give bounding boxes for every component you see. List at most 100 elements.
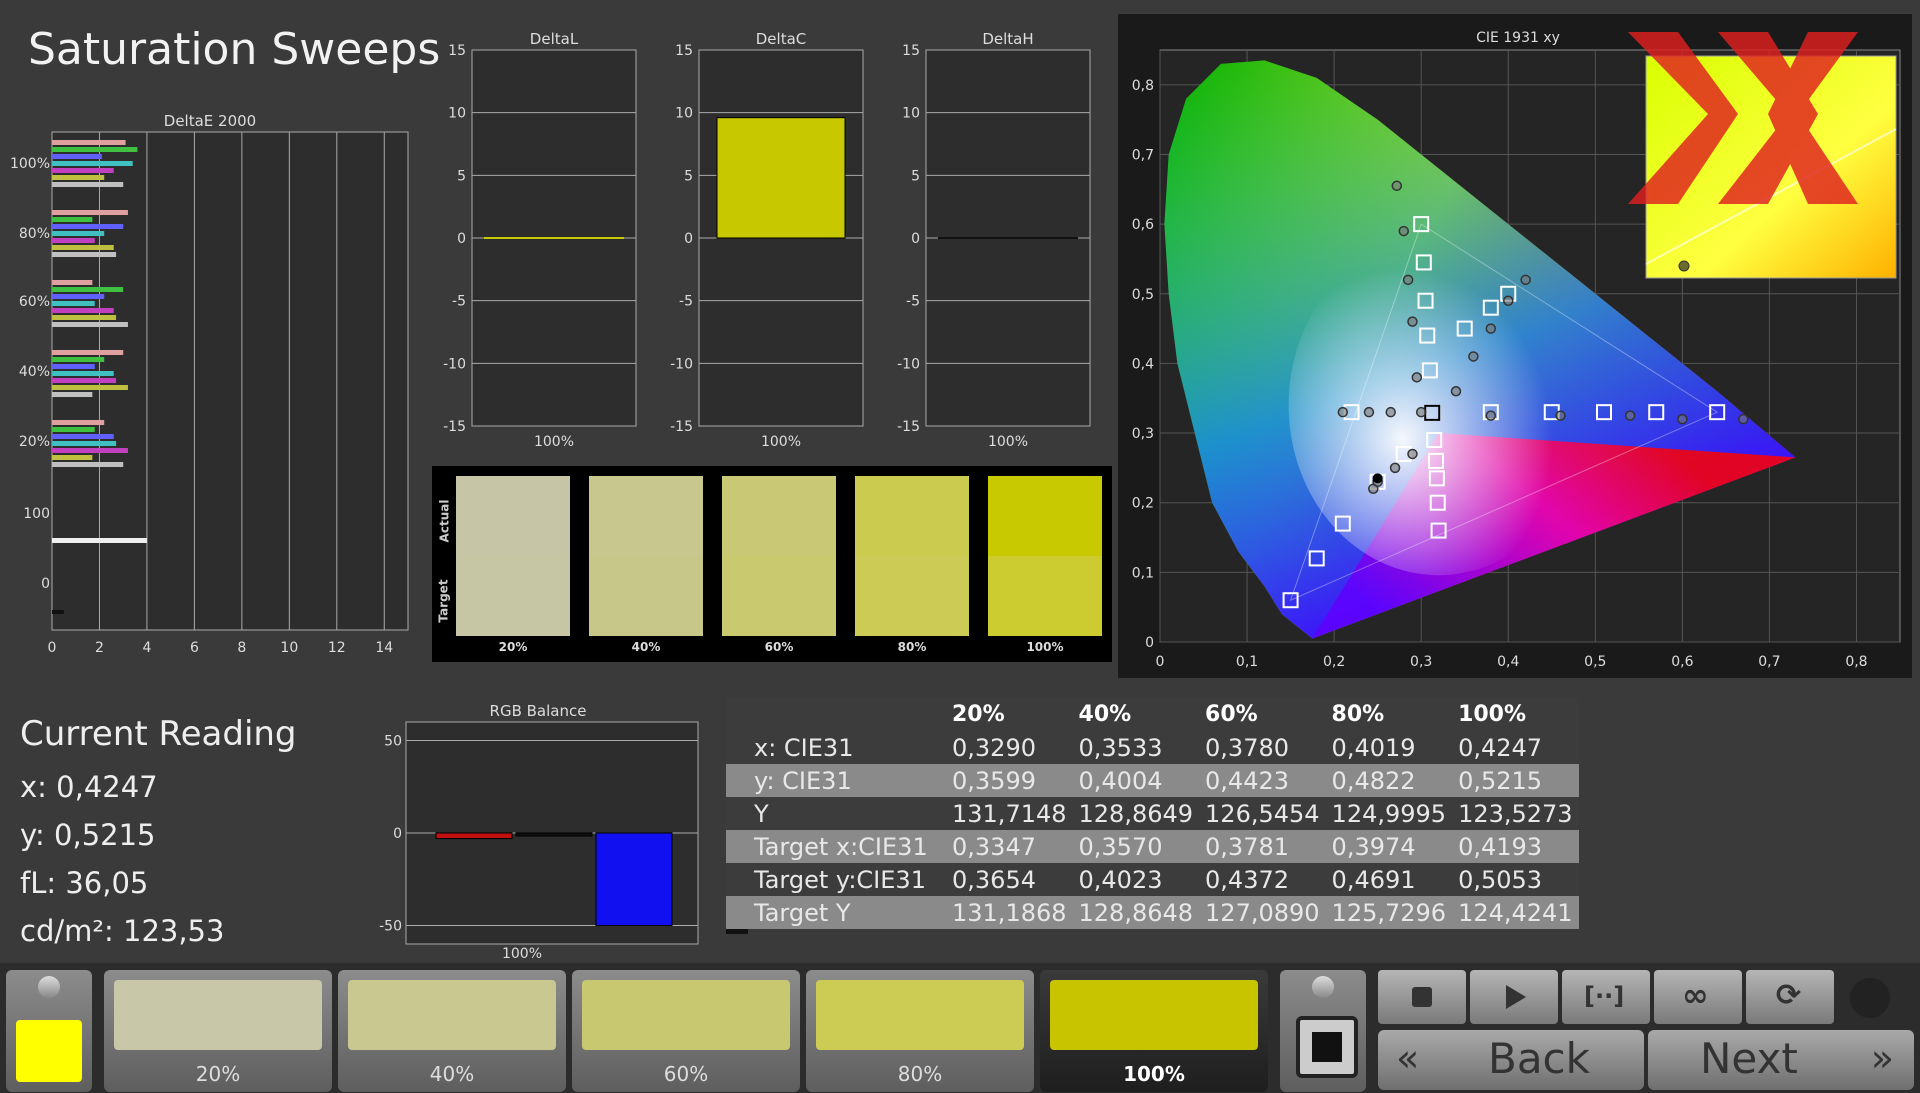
cie-y-tick: 0,6: [1132, 217, 1154, 233]
sweep-tile-label: 80%: [897, 1062, 943, 1086]
swatch-target: [988, 556, 1102, 636]
mini-chart-title: DeltaL: [530, 30, 579, 48]
loop-button[interactable]: ∞: [1654, 970, 1742, 1024]
cie-y-tick: 0,5: [1132, 287, 1154, 303]
stats-header: 80%: [1331, 702, 1385, 727]
deltae-bar: [52, 364, 95, 369]
stats-header: [726, 698, 946, 731]
swatch-label: 20%: [498, 640, 528, 654]
stop-button[interactable]: [1378, 970, 1466, 1024]
sweep-tile-80%[interactable]: 80%: [806, 970, 1034, 1092]
stats-cell: 128,8649: [1078, 799, 1194, 828]
stats-cell: 124,4241: [1458, 898, 1573, 927]
deltae-bar: [52, 448, 128, 453]
cie-y-tick: 0,3: [1132, 426, 1154, 442]
sweep-tile-60%[interactable]: 60%: [572, 970, 800, 1092]
swatch-label: 60%: [764, 640, 794, 654]
cie-measured-point: [1407, 448, 1418, 460]
deltae-bar: [52, 238, 95, 243]
deltae-bar: [52, 378, 117, 383]
cie-measured-point: [1738, 413, 1749, 425]
deltae-x-tick: 4: [142, 640, 151, 656]
sweep-tile-label: 100%: [1123, 1062, 1185, 1086]
deltae-x-tick: 8: [237, 640, 246, 656]
stats-cell: 125,7296: [1331, 898, 1447, 927]
next-button[interactable]: Next »: [1648, 1030, 1914, 1090]
stats-cell: 0,3599: [952, 766, 1036, 795]
play-button[interactable]: [1470, 970, 1558, 1024]
stop-icon: [1412, 987, 1432, 1007]
stats-cell: 0,3781: [1205, 832, 1290, 861]
rgb-red-bar: [435, 832, 513, 840]
deltae-bar: [52, 210, 128, 215]
cie-measured-point: [1485, 410, 1497, 421]
stats-cell: 0,3780: [1205, 733, 1290, 762]
mini-y-tick: 10: [675, 106, 693, 122]
deltae-bar: [52, 217, 93, 222]
deltae-bar: [52, 357, 105, 362]
stats-cell: 0,4247: [1458, 733, 1543, 762]
stats-row-label: Y: [754, 799, 769, 828]
sweep-tile-100%[interactable]: 100%: [1040, 970, 1268, 1092]
stats-cell: 128,8648: [1078, 898, 1194, 927]
stats-cell: 131,1868: [952, 898, 1067, 927]
mini-chart-title: DeltaC: [756, 30, 807, 48]
refresh-button[interactable]: ⟳: [1746, 970, 1834, 1024]
deltae-bar: [52, 371, 114, 376]
deltae-bar: [52, 610, 64, 614]
cie-measured-point: [1520, 274, 1531, 286]
sweep-tile-label: 40%: [429, 1062, 475, 1086]
rgb-y-tick: 50: [384, 734, 402, 750]
deltae-x-tick: 14: [375, 640, 393, 656]
mini-bar: [716, 117, 846, 239]
loop-icon: ∞: [1682, 976, 1709, 1014]
stats-cell: 0,3570: [1078, 832, 1163, 861]
deltae-bar: [52, 294, 105, 299]
swatch-actual: [722, 476, 836, 556]
deltae-y-label: 0: [41, 576, 50, 592]
current-fl: fL: 36,05: [20, 866, 149, 900]
cie-x-tick: 0,8: [1845, 654, 1867, 670]
cie-x-tick: 0,5: [1584, 654, 1606, 670]
mini-y-tick: -5: [906, 294, 920, 310]
mini-y-tick: 15: [448, 43, 466, 59]
mini-y-tick: -5: [679, 294, 693, 310]
cie-measured-point: [1337, 406, 1349, 418]
cie-x-tick: 0,6: [1671, 654, 1693, 670]
stats-cell: 0,4423: [1205, 766, 1290, 795]
deltae-x-tick: 10: [280, 640, 298, 656]
cie-measured-point: [1389, 462, 1401, 474]
deltae-bar: [52, 245, 114, 250]
current-color-tile[interactable]: [6, 970, 92, 1092]
mini-y-tick: -15: [897, 419, 920, 435]
back-button[interactable]: « Back: [1378, 1030, 1644, 1090]
cie-measured-point: [1385, 406, 1396, 418]
deltae-bar: [52, 434, 114, 439]
mode-toggle[interactable]: [1280, 970, 1366, 1092]
inset-point: [1678, 260, 1690, 272]
sweep-tile-40%[interactable]: 40%: [338, 970, 566, 1092]
chevron-up-icon[interactable]: [1312, 976, 1334, 998]
deltae-x-tick: 0: [48, 640, 57, 656]
deltae-bar: [52, 462, 124, 467]
deltae-bar: [52, 301, 95, 306]
range-button[interactable]: [··]: [1562, 970, 1650, 1024]
rgb-y-tick: -50: [379, 919, 402, 935]
sweep-tile-20%[interactable]: 20%: [104, 970, 332, 1092]
deltae-bar: [52, 308, 114, 313]
deltae-bar: [52, 455, 93, 460]
stats-cell: 131,7148: [952, 799, 1067, 828]
cie-measured-point: [1450, 386, 1462, 397]
cie-measured-point: [1485, 323, 1497, 334]
stats-table: 20% 40% 60% 80% 100% x: CIE31 0,3290 0,3533 0,3…: [726, 698, 1579, 929]
chevron-up-icon[interactable]: [38, 976, 60, 998]
current-x: x: 0,4247: [20, 770, 158, 804]
swatch-40%: 40%: [589, 476, 703, 662]
mini-y-tick: 0: [684, 231, 693, 247]
cie-x-tick: 0,1: [1236, 654, 1258, 670]
stats-row: Target Y 131,1868 128,8648 127,0890 125,7296…: [726, 896, 1579, 929]
delta-mini-charts: DeltaL 15 10 5 0 -5 -10 -15 100% DeltaC 15 10 5 0 -5 -…: [443, 30, 1091, 450]
rgb-green-bar: [515, 832, 593, 837]
cie-measured-point: [1363, 406, 1375, 418]
double-chevron-left-icon: «: [1396, 1036, 1420, 1080]
